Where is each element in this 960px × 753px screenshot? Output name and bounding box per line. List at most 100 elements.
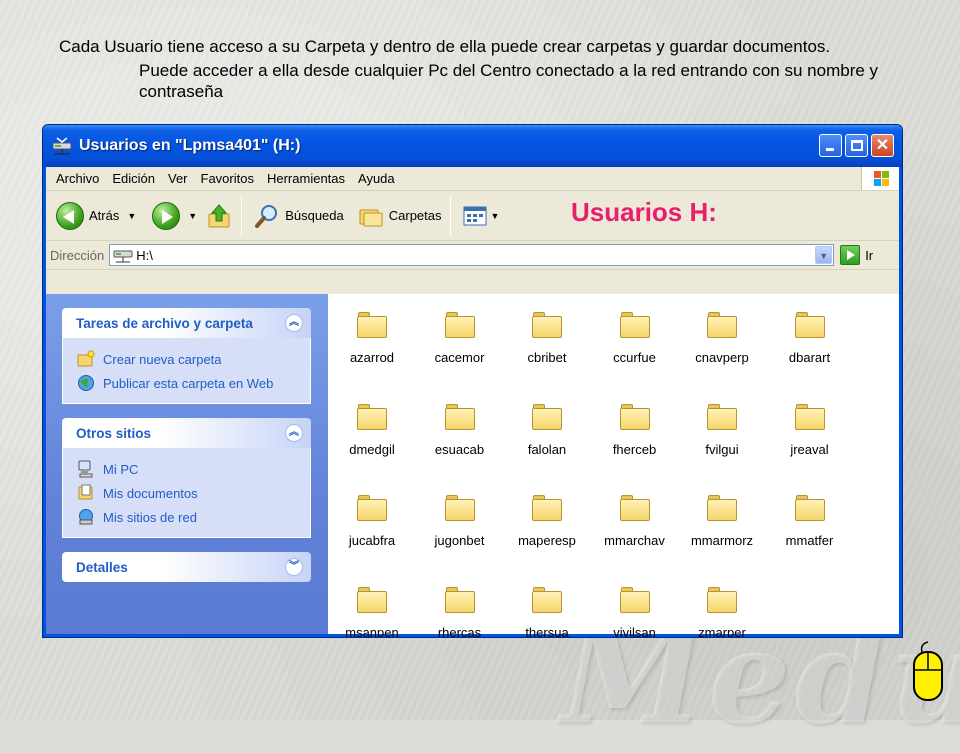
folder-item[interactable]: jreaval: [766, 403, 854, 474]
task-publish-web[interactable]: Publicar esta carpeta en Web: [77, 371, 310, 395]
go-button-label: Ir: [865, 247, 874, 263]
close-icon: ✕: [875, 137, 890, 154]
folder-item[interactable]: cnavperp: [678, 312, 766, 382]
expand-icon[interactable]: ︾: [285, 558, 303, 576]
collapse-icon[interactable]: ︽: [285, 314, 303, 332]
back-arrow-icon[interactable]: [56, 201, 84, 230]
folder-label: fvilgui: [705, 441, 739, 457]
folder-up-icon[interactable]: [207, 202, 233, 230]
folder-item[interactable]: dbarart: [766, 312, 854, 382]
folder-icon: [532, 586, 562, 613]
folder-item[interactable]: esuacab: [416, 403, 504, 474]
address-value: H:\: [136, 247, 153, 263]
task-label: Mi PC: [103, 461, 139, 477]
folder-label: msanpen: [345, 624, 399, 638]
folder-icon: [619, 495, 650, 521]
minimize-button[interactable]: [819, 134, 842, 157]
collapse-icon[interactable]: ︽: [285, 424, 303, 442]
menu-favoritos[interactable]: Favoritos: [201, 171, 254, 186]
folder-item[interactable]: mmatfer: [766, 495, 854, 565]
task-label: Crear nueva carpeta: [103, 351, 222, 367]
folder-item[interactable]: jugonbet: [416, 495, 504, 565]
folder-icon: [532, 495, 562, 521]
folder-label: mmarmorz: [690, 533, 754, 548]
folder-label: maperesp: [518, 533, 576, 548]
menu-archivo[interactable]: Archivo: [56, 171, 99, 186]
forward-dropdown-icon[interactable]: ▼: [188, 211, 197, 221]
back-dropdown-icon[interactable]: ▼: [127, 211, 136, 221]
folder-item[interactable]: msanpen: [328, 586, 416, 638]
other-places-panel: Otros sitios ︽ Mi PC Mis documentos Mis …: [62, 418, 311, 538]
panel-title: Otros sitios: [76, 425, 152, 441]
back-button-label[interactable]: Atrás: [89, 208, 119, 223]
network-drive-icon: [51, 136, 73, 156]
documents-icon: [77, 484, 95, 502]
folder-item[interactable]: azarrod: [328, 312, 416, 382]
folder-label: thersua: [525, 624, 569, 638]
folder-item[interactable]: fherceb: [591, 403, 679, 474]
other-places-header[interactable]: Otros sitios ︽: [62, 418, 311, 448]
task-label: Mis sitios de red: [103, 509, 197, 525]
task-new-folder[interactable]: Crear nueva carpeta: [77, 347, 310, 371]
folder-label: azarrod: [349, 350, 395, 365]
views-icon[interactable]: [463, 205, 489, 227]
toolbar-separator: [449, 195, 451, 236]
folder-item[interactable]: rhercas: [416, 586, 504, 638]
windows-logo-icon: [861, 167, 899, 190]
address-label: Dirección: [50, 247, 105, 263]
go-button[interactable]: Ir: [840, 245, 873, 265]
menu-herramientas[interactable]: Herramientas: [267, 171, 345, 186]
folder-icon: [707, 495, 737, 521]
folder-item[interactable]: falolan: [503, 403, 591, 474]
folders-icon[interactable]: [358, 204, 384, 228]
forward-arrow-icon[interactable]: [152, 201, 181, 230]
folder-icon: [707, 403, 737, 430]
folder-item[interactable]: fvilgui: [678, 403, 766, 474]
folder-icon: [794, 403, 825, 430]
details-header[interactable]: Detalles ︾: [62, 552, 311, 582]
folder-item[interactable]: dmedgil: [328, 403, 416, 474]
folder-item[interactable]: mmarchav: [591, 495, 679, 565]
folder-item[interactable]: cacemor: [416, 312, 504, 382]
network-icon: [77, 508, 95, 526]
folder-item[interactable]: cbribet: [503, 312, 591, 382]
folder-label: fherceb: [612, 441, 657, 457]
chevron-down-icon[interactable]: ▼: [815, 246, 833, 264]
network-drive-icon: [113, 247, 133, 263]
menu-bar: Archivo Edición Ver Favoritos Herramient…: [46, 167, 899, 191]
folder-item[interactable]: ccurfue: [591, 312, 679, 382]
menu-ver[interactable]: Ver: [168, 171, 188, 186]
folder-item[interactable]: vivilsan: [591, 586, 679, 637]
drive-banner: Usuarios H:: [571, 197, 717, 227]
folder-item[interactable]: maperesp: [503, 495, 591, 565]
file-tasks-header[interactable]: Tareas de archivo y carpeta ︽: [62, 308, 311, 338]
toolbar-separator: [241, 195, 243, 236]
menu-edicion[interactable]: Edición: [112, 171, 155, 186]
explorer-window: Usuarios en "Lpmsa401" (H:) ✕ Archivo Ed…: [42, 124, 903, 638]
title-bar[interactable]: Usuarios en "Lpmsa401" (H:) ✕: [43, 125, 902, 167]
search-icon[interactable]: [254, 203, 280, 229]
folder-icon: [444, 312, 475, 338]
menu-ayuda[interactable]: Ayuda: [358, 171, 395, 186]
folder-label: ccurfue: [613, 350, 656, 365]
folder-label: esuacab: [434, 441, 485, 457]
place-my-documents[interactable]: Mis documentos: [77, 481, 310, 505]
views-dropdown-icon[interactable]: ▼: [491, 211, 500, 221]
folder-item[interactable]: mmarmorz: [678, 495, 766, 565]
panel-title: Detalles: [76, 559, 128, 575]
window-title: Usuarios en "Lpmsa401" (H:): [79, 137, 301, 154]
folders-button-label[interactable]: Carpetas: [389, 208, 442, 223]
search-button-label[interactable]: Búsqueda: [285, 208, 344, 223]
panel-title: Tareas de archivo y carpeta: [76, 315, 253, 331]
folder-item[interactable]: zmarper: [678, 586, 766, 637]
folder-item[interactable]: jucabfra: [328, 495, 416, 565]
place-my-pc[interactable]: Mi PC: [77, 457, 310, 481]
folder-item[interactable]: thersua: [503, 586, 591, 638]
folder-label: rhercas: [437, 624, 482, 638]
close-button[interactable]: ✕: [871, 134, 894, 157]
maximize-button[interactable]: [845, 134, 868, 157]
folder-label: jugonbet: [434, 533, 485, 548]
place-network[interactable]: Mis sitios de red: [77, 505, 310, 529]
address-input[interactable]: H:\ ▼: [109, 244, 835, 266]
caption-line-1: Cada Usuario tiene acceso a su Carpeta y…: [59, 37, 831, 56]
